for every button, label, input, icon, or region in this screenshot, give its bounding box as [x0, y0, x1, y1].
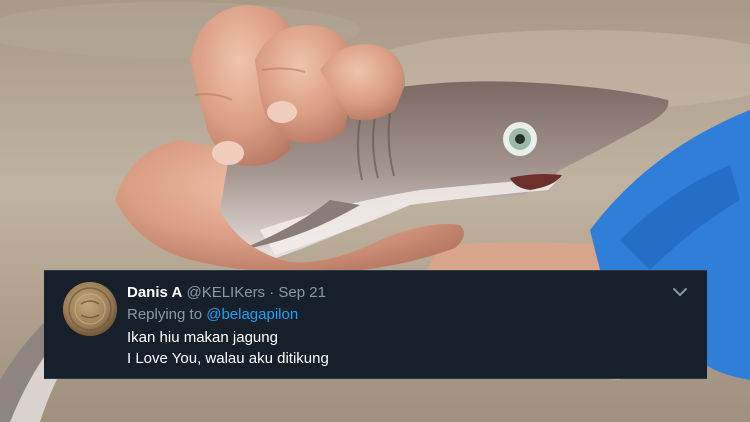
header-separator: · — [269, 284, 275, 301]
tweet-date[interactable]: Sep 21 — [278, 284, 326, 301]
chevron-down-icon[interactable] — [671, 283, 689, 301]
tweet-card[interactable]: Danis A @KELIKers · Sep 21 Replying to @… — [44, 270, 707, 379]
display-name[interactable]: Danis A — [127, 284, 182, 301]
reply-prefix: Replying to — [127, 306, 203, 323]
tweet-header: Danis A @KELIKers · Sep 21 — [127, 283, 326, 303]
tweet-line: I Love You, walau aku ditikung — [127, 350, 329, 367]
avatar-coin-icon[interactable] — [63, 282, 117, 336]
tweet-text: Ikan hiu makan jagung I Love You, walau … — [127, 327, 329, 369]
reply-context: Replying to @belagapilon — [127, 305, 298, 325]
user-handle[interactable]: @KELIKers — [186, 284, 265, 301]
reply-to-link[interactable]: @belagapilon — [206, 306, 298, 323]
tweet-line: Ikan hiu makan jagung — [127, 329, 278, 346]
screenshot-scene: Danis A @KELIKers · Sep 21 Replying to @… — [0, 0, 750, 422]
